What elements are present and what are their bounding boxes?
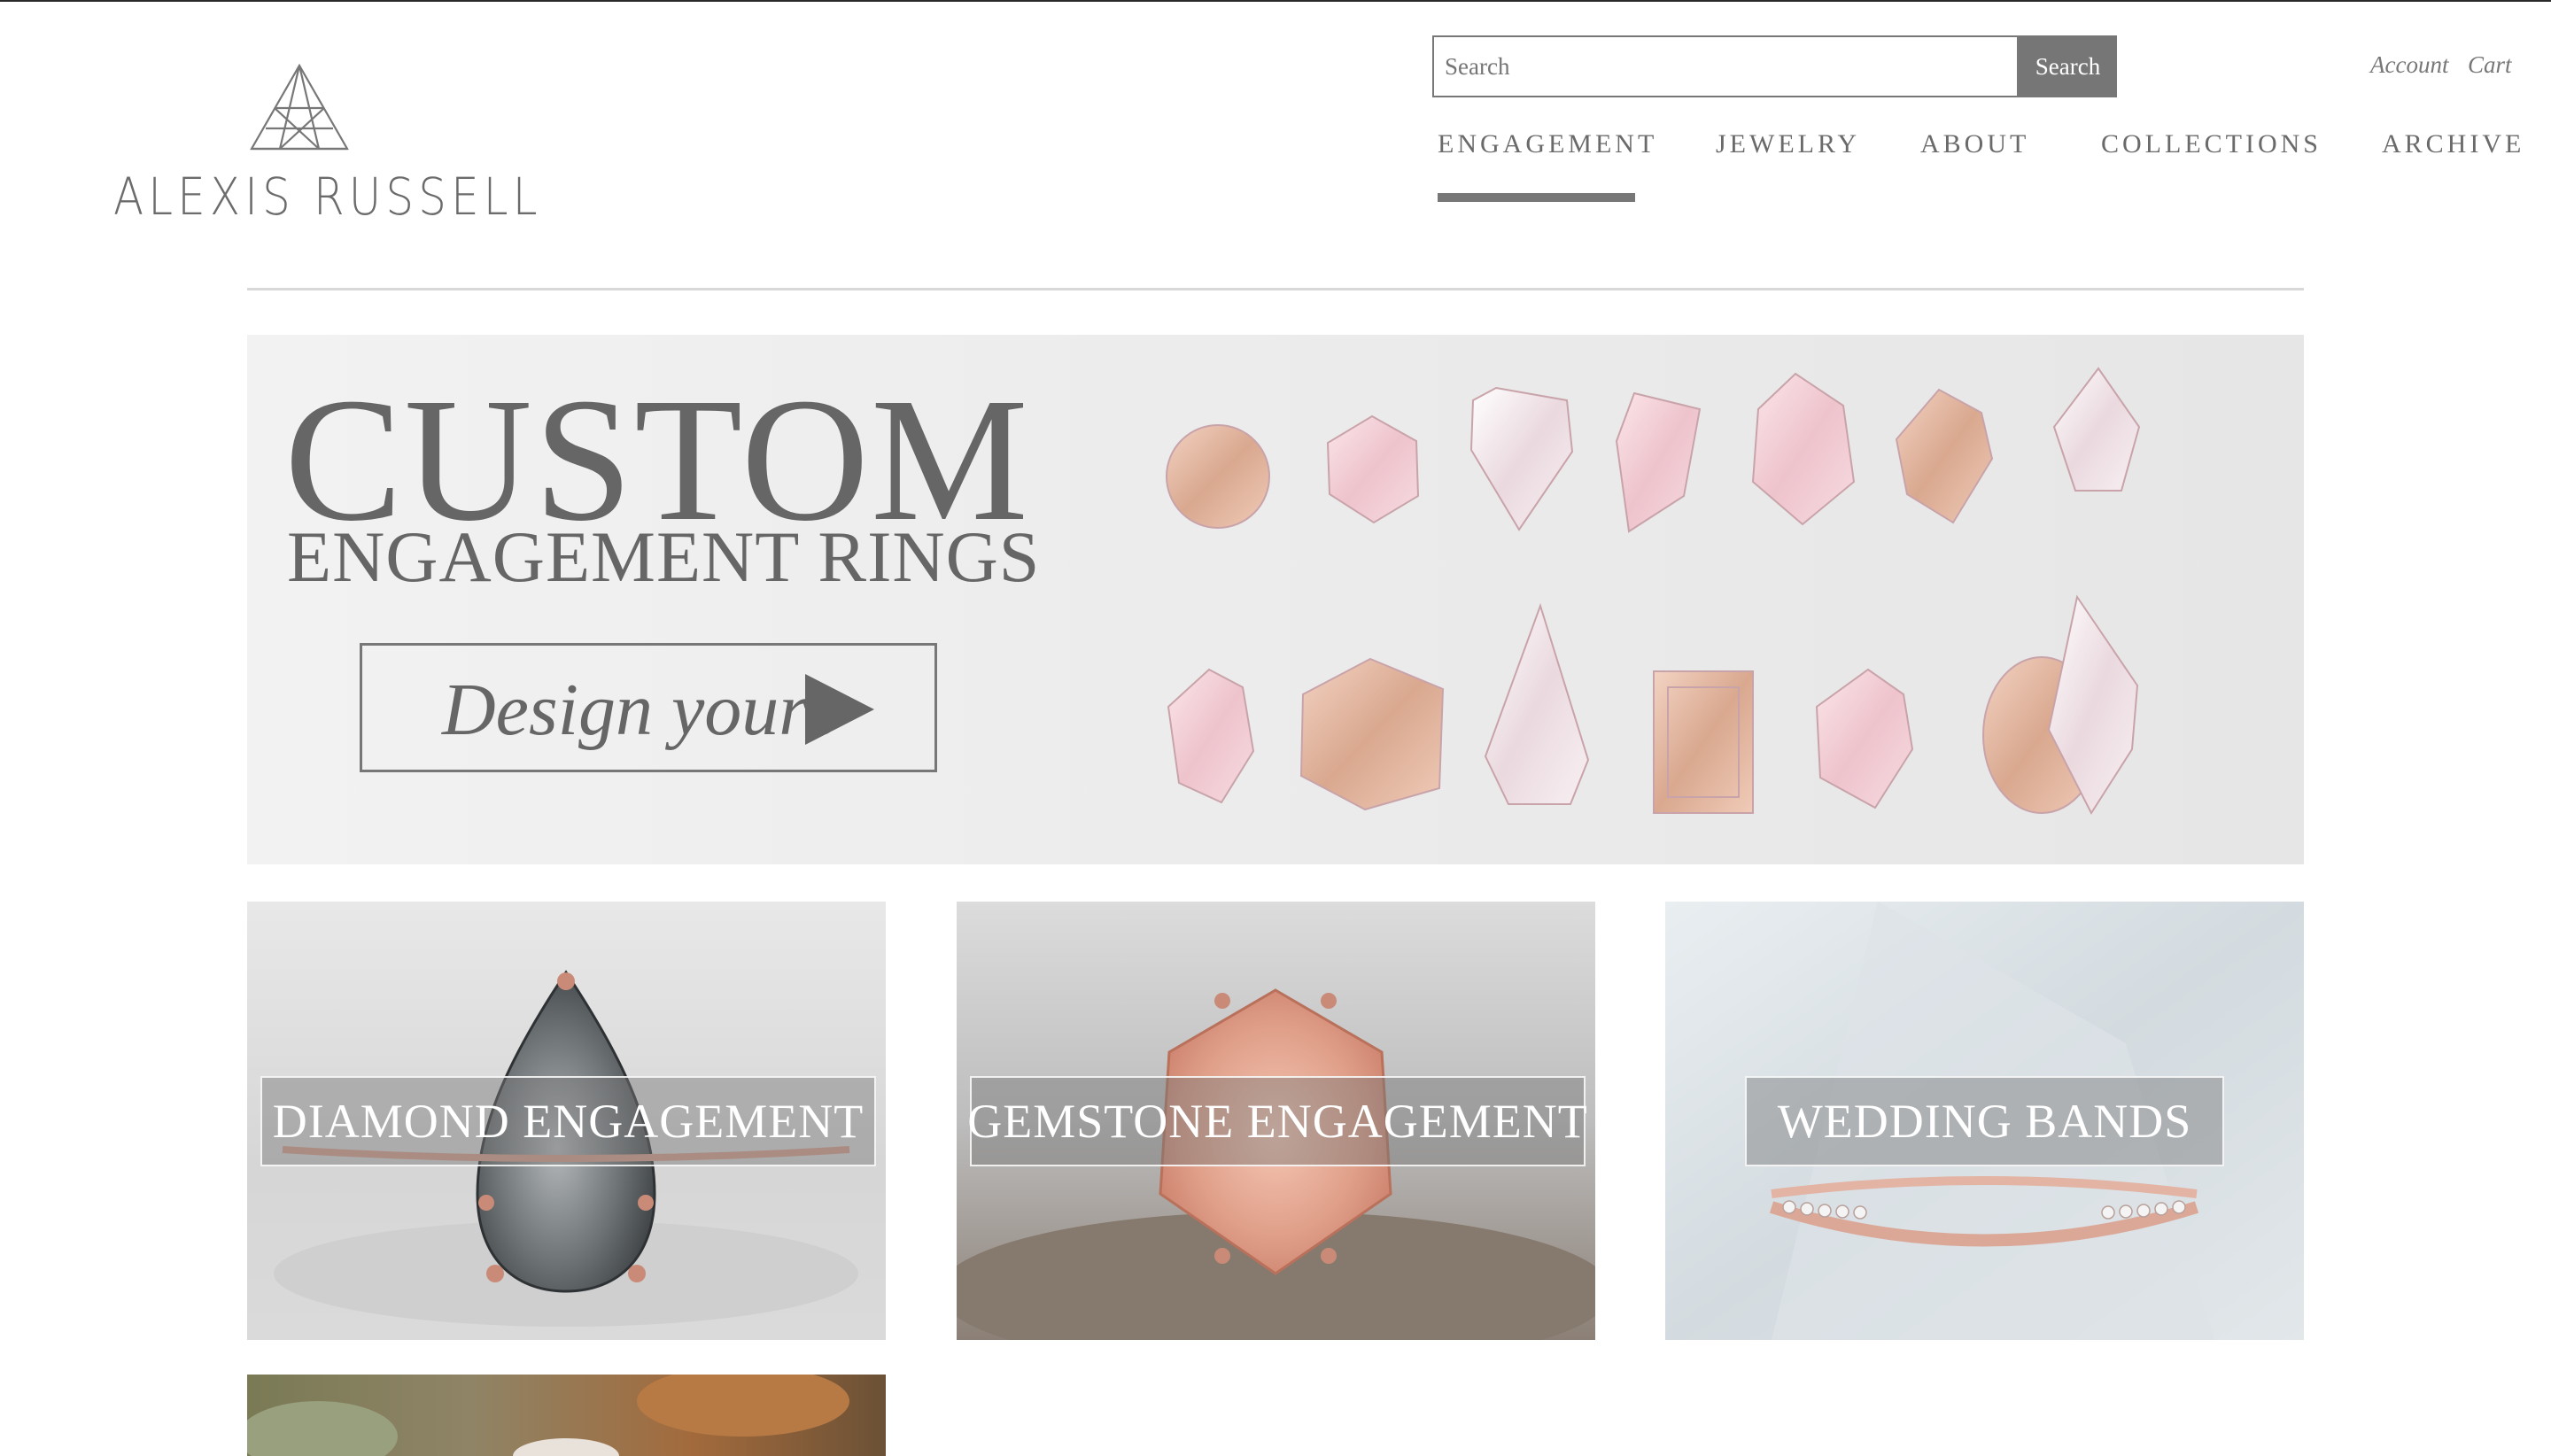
nav-item-engagement[interactable]: ENGAGEMENT xyxy=(1438,129,1657,159)
hero-subtitle: ENGAGEMENT RINGS xyxy=(287,516,1041,597)
design-yours-label: Design yours xyxy=(442,669,837,751)
header-divider xyxy=(247,288,2304,290)
category-tile-partial[interactable] xyxy=(247,1375,886,1456)
hero-banner[interactable]: CUSTOM ENGAGEMENT RINGS Design yours xyxy=(247,335,2304,864)
cart-link[interactable]: Cart xyxy=(2468,51,2512,79)
nav-item-archive[interactable]: ARCHIVE xyxy=(2382,129,2524,159)
nav-item-about[interactable]: ABOUT xyxy=(1920,129,2029,159)
nav-item-collections[interactable]: COLLECTIONS xyxy=(2101,129,2322,159)
category-tile-diamond-engagement[interactable]: DIAMOND ENGAGEMENT xyxy=(247,902,886,1340)
search-input[interactable] xyxy=(1434,37,2017,96)
account-link[interactable]: Account xyxy=(2370,51,2448,79)
category-label: DIAMOND ENGAGEMENT xyxy=(260,1076,876,1166)
brand-logo[interactable]: ALEXIS RUSSELL xyxy=(113,62,542,230)
category-tile-wedding-bands[interactable]: WEDDING BANDS xyxy=(1665,902,2304,1340)
logo-triangle-icon xyxy=(250,63,349,151)
active-nav-indicator xyxy=(1438,193,1635,202)
nav-item-jewelry[interactable]: JEWELRY xyxy=(1716,129,1860,159)
search-button[interactable]: Search xyxy=(2019,35,2117,97)
top-border xyxy=(0,0,2551,2)
category-image xyxy=(247,1375,886,1456)
category-label: WEDDING BANDS xyxy=(1745,1076,2224,1166)
design-yours-button[interactable]: Design yours xyxy=(360,643,937,772)
play-arrow-icon xyxy=(805,674,874,745)
category-tile-gemstone-engagement[interactable]: GEMSTONE ENGAGEMENT xyxy=(957,902,1595,1340)
brand-name: ALEXIS RUSSELL xyxy=(113,167,542,227)
search-field[interactable] xyxy=(1432,35,2019,97)
category-label: GEMSTONE ENGAGEMENT xyxy=(967,1076,1587,1166)
